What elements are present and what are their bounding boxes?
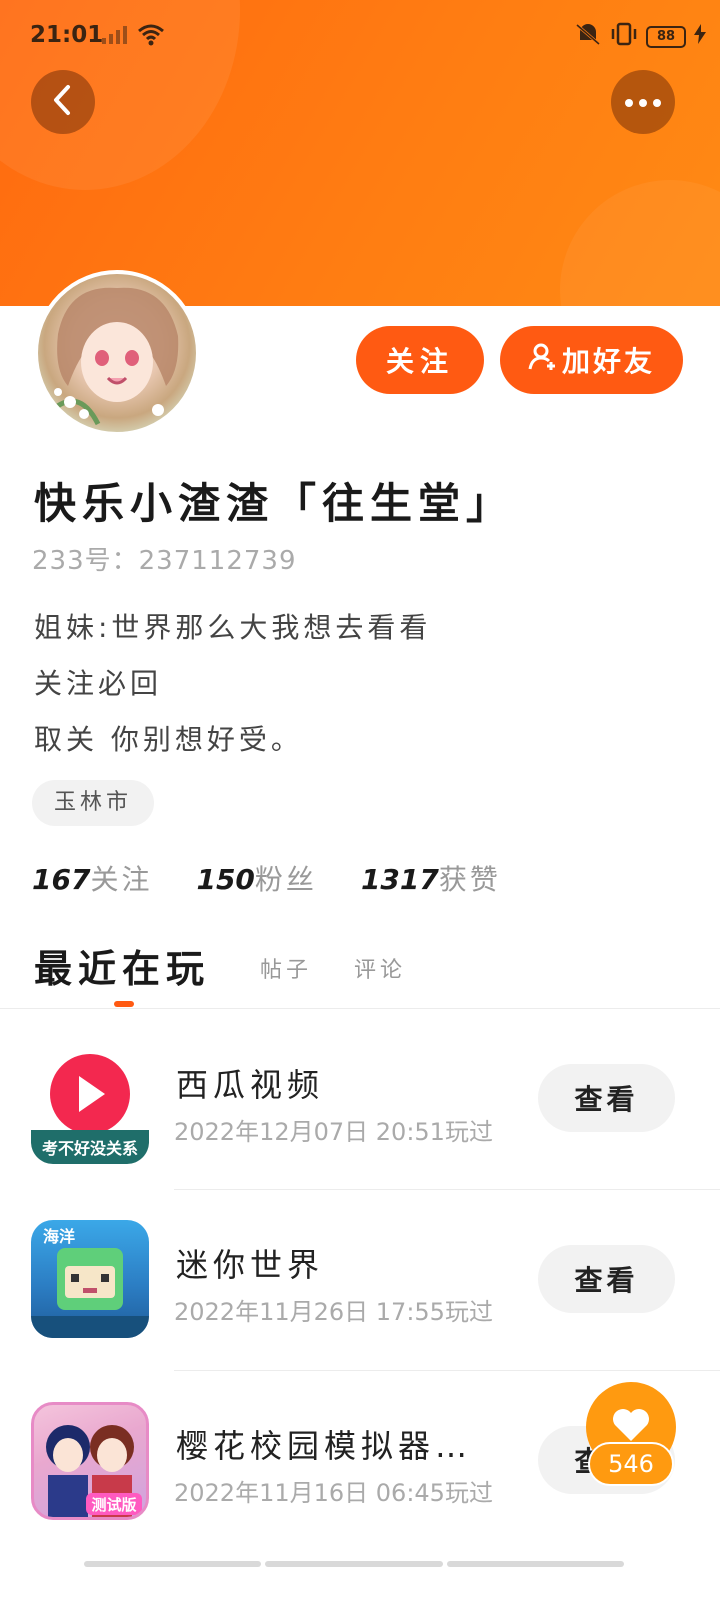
stat-likes[interactable]: 1317获赞 [361,858,501,898]
signal-icon [100,24,130,52]
wifi-icon [138,24,164,52]
like-count: 546 [588,1442,674,1486]
location-tag: 玉林市 [32,780,155,826]
view-button[interactable]: 查看 [538,1245,675,1313]
back-button[interactable] [31,70,95,134]
profile-stats: 167关注 150粉丝 1317获赞 [32,858,501,898]
add-friend-label: 加好友 [561,345,655,378]
avatar[interactable] [34,270,200,436]
sakura-school-app-icon: 测试版 [31,1402,149,1520]
app-badge-text: 海洋 [43,1227,75,1246]
app-badge-text: 测试版 [91,1496,136,1514]
stat-number: 150 [196,863,255,896]
stat-following[interactable]: 167关注 [32,858,152,898]
chevron-left-icon [50,83,76,121]
vibrate-icon [610,22,638,52]
status-time: 21:01 [30,22,104,48]
bottom-bar [84,1561,624,1567]
heart-icon [611,1407,651,1447]
view-button[interactable]: 查看 [538,1064,675,1132]
stat-label: 关注 [90,863,153,896]
like-floating-button[interactable]: 546 [586,1382,676,1488]
status-bar: 21:01 88 [0,0,720,72]
more-dots-icon [623,93,663,112]
game-list-item[interactable]: 考不好没关系 西瓜视频 2022年12月07日 20:51玩过 查看 [0,1010,720,1190]
divider [0,1008,720,1009]
app-badge-text: 考不好没关系 [42,1139,138,1158]
played-time: 2022年12月07日 20:51玩过 [174,1118,493,1146]
stat-followers[interactable]: 150粉丝 [196,858,316,898]
stat-label: 粉丝 [254,863,317,896]
stat-number: 1317 [360,863,439,896]
mute-icon [574,22,602,52]
played-time: 2022年11月26日 17:55玩过 [174,1298,493,1326]
mini-world-app-icon: 海洋 [31,1220,149,1338]
tab-recently-played[interactable]: 最近在玩 [34,938,210,993]
game-name: 樱花校园模拟器… [176,1427,473,1465]
user-id[interactable]: 233号：237112739 [32,540,297,577]
tab-posts[interactable]: 帖子 [260,952,312,984]
game-name: 西瓜视频 [176,1066,325,1104]
bio-line: 取关 你别想好受。 [34,723,303,756]
tab-indicator [114,1001,134,1007]
more-button[interactable] [611,70,675,134]
game-name: 迷你世界 [176,1246,325,1284]
add-friend-button[interactable]: 加好友 [500,326,683,394]
bio-line: 关注必回 [34,667,163,700]
xigua-app-icon: 考不好没关系 [31,1046,149,1164]
played-time: 2022年11月16日 06:45玩过 [174,1479,493,1507]
nickname: 快乐小渣渣「往生堂」 [34,479,515,528]
add-user-icon [528,342,558,379]
bio-line: 姐妹:世界那么大我想去看看 [34,611,432,644]
follow-button[interactable]: 关注 [356,326,484,394]
stat-number: 167 [32,863,91,896]
stat-label: 获赞 [438,863,501,896]
battery-icon: 88 [646,26,686,48]
game-list-item[interactable]: 海洋 迷你世界 2022年11月26日 17:55玩过 查看 [0,1190,720,1370]
tab-comments[interactable]: 评论 [354,952,406,984]
charging-icon [694,24,706,50]
